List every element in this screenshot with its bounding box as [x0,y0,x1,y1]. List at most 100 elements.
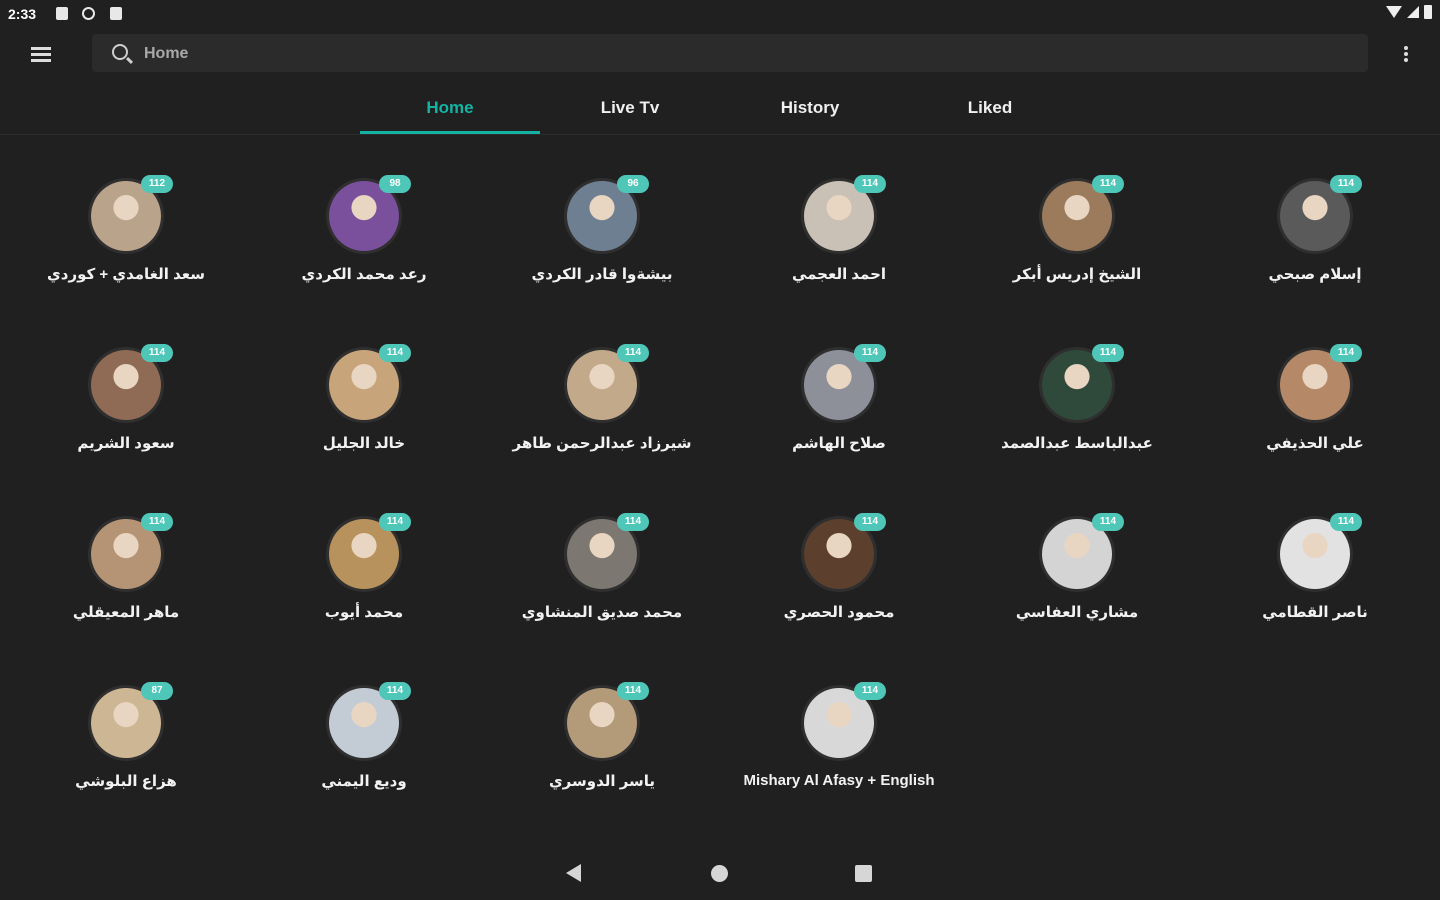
reciter-item[interactable]: 87 هزاع البلوشي [26,657,226,790]
search-icon [112,44,128,60]
system-nav-bar [0,846,1440,900]
track-count-badge: 114 [1330,175,1362,193]
reciter-avatar: 114 [1042,513,1124,589]
menu-icon[interactable] [26,40,56,70]
reciter-item[interactable]: 112 سعد الغامدي + كوردي [26,150,226,283]
track-count-badge: 87 [141,682,173,700]
reciter-name: عبدالباسط عبدالصمد [1001,435,1153,452]
reciter-name: صلاح الهاشم [792,435,886,452]
reciter-name: إسلام صبحي [1268,266,1362,283]
reciter-name: سعد الغامدي + كوردي [47,266,205,283]
search-bar[interactable] [92,34,1368,74]
tab-liked[interactable]: Liked [900,86,1080,134]
reciter-name: الشيخ إدريس أبكر [1012,266,1142,283]
reciter-avatar: 114 [1042,175,1124,251]
reciter-item[interactable]: 114 علي الحذيفي [1215,319,1415,452]
track-count-badge: 114 [854,682,886,700]
home-icon[interactable] [711,865,728,882]
reciter-item[interactable]: 114 محمد أيوب [264,488,464,621]
reciter-item[interactable]: 114 ناصر القطامي [1215,488,1415,621]
reciter-name: بيشةوا قادر الكردي [531,266,673,283]
reciter-name: هزاع البلوشي [75,773,177,790]
status-right-icons [1386,5,1432,19]
reciter-avatar: 114 [804,682,886,758]
signal-icon [1407,6,1419,18]
tab-history[interactable]: History [720,86,900,134]
reciter-item[interactable]: 114 سعود الشريم [26,319,226,452]
reciter-avatar: 114 [1280,344,1362,420]
track-count-badge: 114 [1092,513,1124,531]
track-count-badge: 114 [617,513,649,531]
track-count-badge: 114 [379,682,411,700]
status-bar: 2:33 [0,0,1440,28]
track-count-badge: 112 [141,175,173,193]
reciter-avatar: 114 [804,513,886,589]
reciter-name: محمد أيوب [324,604,404,621]
reciter-avatar: 114 [567,682,649,758]
reciter-item[interactable]: 114 إسلام صبحي [1215,150,1415,283]
reciter-name: رعد محمد الكردي [301,266,427,283]
reciter-avatar: 98 [329,175,411,251]
reciter-item[interactable]: 114 ياسر الدوسري [502,657,702,790]
reciter-name: شيرزاد عبدالرحمن طاهر [512,435,692,452]
reciter-avatar: 112 [91,175,173,251]
reciter-name: علي الحذيفي [1266,435,1364,452]
reciter-avatar: 114 [1280,175,1362,251]
reciter-avatar: 114 [91,344,173,420]
track-count-badge: 114 [617,682,649,700]
track-count-badge: 114 [141,344,173,362]
tab-live-tv[interactable]: Live Tv [540,86,720,134]
sync-icon [82,7,95,20]
wifi-icon [1386,6,1402,18]
reciter-name: ناصر القطامي [1262,604,1368,621]
recents-icon[interactable] [855,865,872,882]
reciter-name: ياسر الدوسري [548,773,656,790]
reciter-avatar: 96 [567,175,649,251]
battery-icon [1424,5,1432,19]
reciter-item[interactable]: 114 Mishary Al Afasy + English [739,657,939,789]
track-count-badge: 114 [1092,344,1124,362]
reciter-item[interactable]: 114 عبدالباسط عبدالصمد [977,319,1177,452]
reciter-name: خالد الجليل [322,435,406,452]
reciter-name: سعود الشريم [77,435,175,452]
track-count-badge: 114 [854,175,886,193]
reciter-name: محمد صديق المنشاوي [521,604,683,621]
reciter-item[interactable]: 114 محمد صديق المنشاوي [502,488,702,621]
tab-home[interactable]: Home [360,86,540,134]
back-icon[interactable] [566,864,581,882]
reciter-avatar: 114 [1042,344,1124,420]
search-input[interactable] [142,34,1346,74]
reciter-avatar: 114 [804,344,886,420]
reciter-avatar: 114 [329,344,411,420]
reciter-item[interactable]: 98 رعد محمد الكردي [264,150,464,283]
track-count-badge: 114 [1330,513,1362,531]
status-time: 2:33 [8,6,37,22]
reciter-name: محمود الحصري [783,604,895,621]
reciter-name: ماهر المعيقلي [72,604,180,621]
reciter-item[interactable]: 96 بيشةوا قادر الكردي [502,150,702,283]
reciter-item[interactable]: 114 خالد الجليل [264,319,464,452]
track-count-badge: 114 [854,344,886,362]
reciter-avatar: 114 [567,344,649,420]
reciter-item[interactable]: 114 مشاري العفاسي [977,488,1177,621]
reciter-item[interactable]: 114 صلاح الهاشم [739,319,939,452]
reciter-avatar: 114 [1280,513,1362,589]
reciter-name: مشاري العفاسي [1015,604,1139,621]
sd-card-icon [110,7,122,20]
reciter-avatar: 114 [329,513,411,589]
reciter-item[interactable]: 114 وديع اليمني [264,657,464,790]
reciter-item[interactable]: 114 الشيخ إدريس أبكر [977,150,1177,283]
track-count-badge: 114 [141,513,173,531]
reciter-avatar: 114 [567,513,649,589]
reciter-name: وديع اليمني [321,773,407,790]
reciter-item[interactable]: 114 ماهر المعيقلي [26,488,226,621]
reciter-item[interactable]: 114 محمود الحصري [739,488,939,621]
tab-bar: Home Live Tv History Liked [0,86,1440,135]
overflow-menu-icon[interactable] [1396,44,1416,66]
track-count-badge: 114 [854,513,886,531]
notification-icon [56,7,68,20]
reciter-item[interactable]: 114 احمد العجمي [739,150,939,283]
track-count-badge: 114 [1330,344,1362,362]
reciter-item[interactable]: 114 شيرزاد عبدالرحمن طاهر [502,319,702,452]
reciter-name: احمد العجمي [791,266,887,283]
